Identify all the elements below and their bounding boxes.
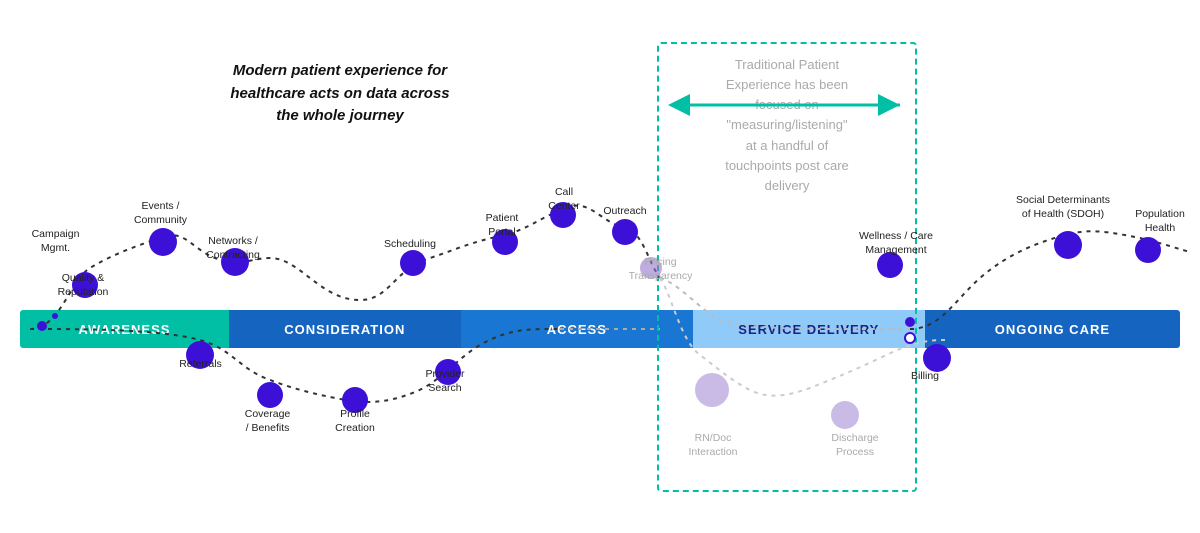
label-sdoh: Social Determinantsof Health (SDOH) (1008, 194, 1118, 221)
journey-svg (0, 0, 1200, 533)
label-scheduling: Scheduling (370, 238, 450, 252)
left-description: Modern patient experience for healthcare… (220, 60, 460, 128)
label-wellness: Wellness / CareManagement (846, 230, 946, 257)
label-quality: Quality &Reputation (43, 272, 123, 299)
traditional-text: Traditional Patient Experience has been … (667, 55, 907, 196)
label-campaign: CampaignMgmt. (18, 228, 93, 255)
label-discharge: DischargeProcess (815, 432, 895, 459)
segment-ongoing-care: ONGOING CARE (925, 310, 1180, 348)
journey-bar: AWARENESS CONSIDERATION ACCESS SERVICE D… (20, 310, 1180, 348)
label-coverage: Coverage/ Benefits (225, 408, 310, 435)
label-population: PopulationHealth (1120, 208, 1200, 235)
label-networks: Networks /Contracting (188, 235, 278, 262)
label-billing: Billing (895, 370, 955, 384)
label-profile: ProfileCreation (315, 408, 395, 435)
label-provider: ProviderSearch (405, 368, 485, 395)
label-events: Events /Community (118, 200, 203, 227)
segment-consideration: CONSIDERATION (229, 310, 461, 348)
segment-awareness: AWARENESS (20, 310, 229, 348)
segment-access: ACCESS (461, 310, 693, 348)
segment-service-delivery: SERVICE DELIVERY (693, 310, 925, 348)
diagram-container: AWARENESS CONSIDERATION ACCESS SERVICE D… (0, 0, 1200, 533)
label-outreach: Outreach (590, 205, 660, 219)
label-referrals: Referrals (163, 358, 238, 372)
label-rn-doc: RN/DocInteraction (673, 432, 753, 459)
label-pricing: PricingTransparency (618, 256, 703, 283)
label-patient-portal: PatientPortal (462, 212, 542, 239)
